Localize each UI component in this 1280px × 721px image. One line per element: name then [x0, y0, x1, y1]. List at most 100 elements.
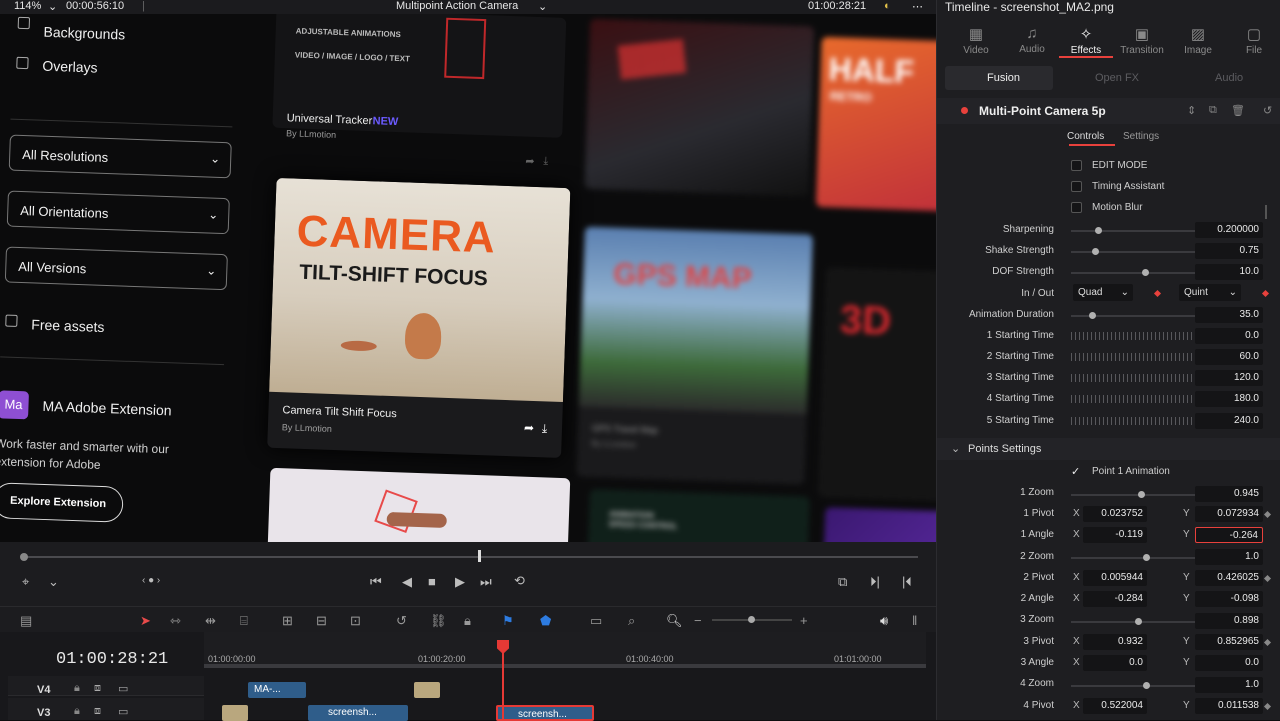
selection-tool-icon[interactable]: ➤ — [140, 613, 151, 629]
backgrounds-checkbox[interactable] — [17, 16, 31, 30]
tab-video[interactable]: ▦ Video — [949, 25, 1003, 56]
chevron-down-icon[interactable]: ⌄ — [48, 0, 57, 13]
scrubber-playhead[interactable] — [478, 550, 481, 562]
slider-knob[interactable] — [1092, 248, 1100, 255]
zoom4-value[interactable]: 1.0 — [1195, 677, 1263, 693]
clip-v4-ma[interactable]: MA-... — [248, 682, 306, 698]
free-assets-checkbox[interactable] — [5, 314, 18, 327]
share-icon[interactable]: ➦ — [525, 155, 535, 168]
purple-card[interactable] — [822, 507, 936, 542]
pivot1-x[interactable]: 0.023752 — [1083, 506, 1147, 522]
starting-time-2-value[interactable]: 60.0 — [1195, 349, 1263, 365]
zoom2-slider[interactable] — [1071, 554, 1195, 561]
stop-icon[interactable]: ■ — [428, 574, 436, 589]
tab-audio[interactable]: ♫ Audio — [1005, 25, 1059, 55]
loop-icon[interactable]: ⟲ — [514, 573, 525, 589]
play-icon[interactable]: ▶ — [455, 574, 465, 590]
replace-clip-icon[interactable]: ⊡ — [350, 613, 361, 629]
clip-v3-screenshot-2[interactable]: screensh... — [496, 705, 594, 721]
mark-out-icon[interactable]: |⏴ — [902, 574, 912, 590]
angle2-x[interactable]: -0.284 — [1083, 591, 1147, 607]
auto-track-icon[interactable]: ⧈ — [94, 682, 101, 695]
camera-card[interactable]: CAMERA TILT-SHIFT FOCUS Camera Tilt Shif… — [267, 177, 571, 458]
chevron-down-icon[interactable]: ⌄ — [48, 574, 59, 590]
sharpening-slider[interactable] — [1071, 227, 1195, 234]
camera-card-author[interactable]: By LLmotion — [282, 422, 332, 434]
enable-track-icon[interactable]: ▭ — [118, 682, 128, 695]
zoom2-value[interactable]: 1.0 — [1195, 549, 1263, 565]
mark-in-icon[interactable]: ⏵| — [870, 574, 880, 590]
scrubber-start-handle[interactable] — [20, 553, 28, 561]
keyframe-diamond[interactable] — [1153, 289, 1162, 298]
angle1-x[interactable]: -0.119 — [1083, 527, 1147, 543]
explore-extension-button[interactable]: Explore Extension — [0, 482, 124, 523]
reorder-icon[interactable]: ⇕ — [1187, 104, 1196, 117]
timeline-ruler[interactable] — [204, 632, 926, 668]
motion-blur-checkbox[interactable] — [1071, 202, 1082, 213]
starting-time-1-value[interactable]: 0.0 — [1195, 328, 1263, 344]
lock-icon[interactable]: 🔒︎ — [464, 613, 471, 629]
speaker-icon[interactable]: 🔊︎ — [880, 613, 888, 629]
slider-knob[interactable] — [1138, 491, 1145, 498]
angle3-y[interactable]: 0.0 — [1195, 655, 1263, 671]
anim-duration-slider[interactable] — [1071, 312, 1195, 319]
pivot4-x[interactable]: 0.522004 — [1083, 698, 1147, 714]
zoom-out-icon[interactable]: − — [694, 613, 702, 628]
play-reverse-icon[interactable]: ◀ — [402, 574, 412, 590]
shake-strength-value[interactable]: 0.75 — [1195, 243, 1263, 259]
tab-controls[interactable]: Controls — [1067, 131, 1104, 142]
open-fusion-icon[interactable]: ⧉ — [1209, 104, 1217, 117]
starting-time-4-value[interactable]: 180.0 — [1195, 391, 1263, 407]
orientations-dropdown[interactable]: All Orientations ⌄ — [6, 190, 230, 235]
keyframe-diamond[interactable] — [1263, 638, 1272, 647]
share-icon[interactable]: ➦ — [524, 421, 535, 435]
effect-enable-dot[interactable] — [961, 107, 968, 114]
keyframe-diamond[interactable] — [1263, 510, 1272, 519]
filter-backgrounds[interactable]: Backgrounds — [43, 24, 125, 43]
clip-v3-still[interactable] — [222, 705, 248, 721]
shake-strength-slider[interactable] — [1071, 248, 1195, 255]
subtab-openfx[interactable]: Open FX — [1095, 72, 1139, 84]
slider-knob[interactable] — [1088, 312, 1096, 319]
full-zoom-icon[interactable]: ▭ — [590, 613, 602, 629]
subtab-fusion[interactable]: Fusion — [987, 72, 1020, 84]
zoom1-slider[interactable] — [1071, 491, 1195, 498]
gps-card[interactable]: GPS MAP GPS Travel Map By LLmotion — [576, 226, 813, 485]
color-wheel-icon[interactable]: ◐ — [884, 0, 891, 12]
scrubber-track[interactable] — [22, 556, 918, 558]
angle3-x[interactable]: 0.0 — [1083, 655, 1147, 671]
filter-free-assets[interactable]: Free assets — [31, 316, 105, 335]
checkmark-icon[interactable]: ✓ — [1071, 465, 1080, 478]
playhead-line[interactable] — [502, 652, 504, 720]
slider-knob[interactable] — [1135, 618, 1142, 625]
overlays-checkbox[interactable] — [16, 56, 29, 70]
dynamic-trim-icon[interactable]: ⇹ — [205, 613, 216, 629]
slider-knob[interactable] — [1143, 554, 1150, 561]
download-icon[interactable]: ⤓ — [542, 421, 548, 436]
blade-tool-icon[interactable]: ⌸ — [240, 613, 248, 629]
starting-time-3-value[interactable]: 120.0 — [1195, 370, 1263, 386]
zoom-in-icon[interactable]: + — [800, 613, 808, 628]
prev-next-marker-icon[interactable]: ‹ ● › — [142, 575, 160, 586]
clip-v4-still[interactable] — [414, 682, 440, 698]
tracker-author[interactable]: By LLmotion — [286, 128, 336, 140]
keyframe-diamond[interactable] — [1263, 574, 1272, 583]
in-easing-select[interactable]: Quad ⌄ — [1073, 284, 1133, 301]
zoom-level[interactable]: 114% — [14, 0, 41, 12]
chevron-down-icon[interactable]: ⌄ — [538, 0, 547, 13]
pivot3-x[interactable]: 0.932 — [1083, 634, 1147, 650]
zoom1-value[interactable]: 0.945 — [1195, 486, 1263, 502]
tab-effects[interactable]: ✧ Effects — [1059, 25, 1113, 56]
camera-card-title[interactable]: Camera Tilt Shift Focus — [282, 404, 397, 420]
pivot4-y[interactable]: 0.011538 — [1195, 698, 1263, 714]
insert-clip-icon[interactable]: ⊞ — [282, 613, 293, 629]
audio-meter-icon[interactable]: ‖ — [912, 613, 917, 628]
custom-zoom-icon[interactable]: 🔍︎ — [666, 613, 683, 629]
download-icon[interactable]: ⤓ — [543, 155, 548, 168]
go-to-start-icon[interactable]: ⏮ — [370, 574, 382, 590]
starting-time-2-jog[interactable] — [1071, 353, 1195, 361]
ruler-scrollbar[interactable] — [204, 664, 926, 668]
edit-mode-checkbox[interactable] — [1071, 160, 1082, 171]
dof-strength-value[interactable]: 10.0 — [1195, 264, 1263, 280]
half-card[interactable]: HALF RETRO — [815, 36, 936, 212]
